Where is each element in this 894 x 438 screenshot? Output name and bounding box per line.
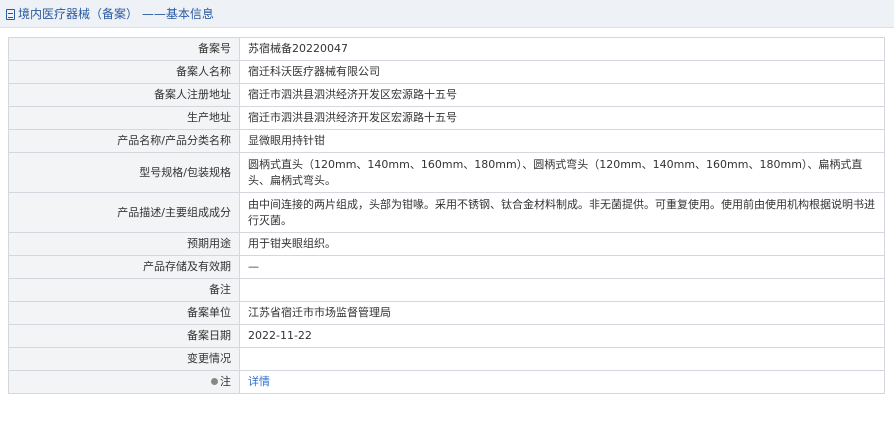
field-label-intended-use: 预期用途 [8, 232, 240, 256]
table-row: 注 详情 [8, 370, 885, 394]
field-value-change-history [239, 347, 885, 371]
table-row: 备案人名称 宿迁科沃医疗器械有限公司 [8, 60, 885, 84]
field-value-registrant-name: 宿迁科沃医疗器械有限公司 [239, 60, 885, 84]
field-value-product-name: 显微眼用持针钳 [239, 129, 885, 153]
field-label-record-unit: 备案单位 [8, 301, 240, 325]
field-label-remarks: 备注 [8, 278, 240, 302]
table-row: 产品描述/主要组成成分 由中间连接的两片组成，头部为钳喙。采用不锈钢、钛合金材料… [8, 192, 885, 233]
field-value-production-address: 宿迁市泗洪县泗洪经济开发区宏源路十五号 [239, 106, 885, 130]
field-label-change-history: 变更情况 [8, 347, 240, 371]
table-row: 产品名称/产品分类名称 显微眼用持针钳 [8, 129, 885, 153]
note-label: 注 [220, 375, 231, 388]
page-header: 境内医疗器械（备案） ——基本信息 [0, 0, 894, 28]
field-label-registrant-address: 备案人注册地址 [8, 83, 240, 107]
table-row: 备案人注册地址 宿迁市泗洪县泗洪经济开发区宏源路十五号 [8, 83, 885, 107]
field-label-record-date: 备案日期 [8, 324, 240, 348]
field-value-note: 详情 [239, 370, 885, 394]
document-icon [6, 9, 15, 20]
field-value-storage-validity: — [239, 255, 885, 279]
field-value-record-number: 苏宿械备20220047 [239, 37, 885, 61]
page-title: 境内医疗器械（备案） ——基本信息 [18, 7, 214, 21]
table-row: 变更情况 [8, 347, 885, 371]
field-label-model-spec: 型号规格/包装规格 [8, 152, 240, 193]
detail-table-container: 备案号 苏宿械备20220047 备案人名称 宿迁科沃医疗器械有限公司 备案人注… [0, 28, 894, 394]
field-label-storage-validity: 产品存储及有效期 [8, 255, 240, 279]
details-link[interactable]: 详情 [248, 375, 270, 388]
field-label-registrant-name: 备案人名称 [8, 60, 240, 84]
field-label-production-address: 生产地址 [8, 106, 240, 130]
table-row: 备案日期 2022-11-22 [8, 324, 885, 348]
field-label-product-name: 产品名称/产品分类名称 [8, 129, 240, 153]
table-row: 备注 [8, 278, 885, 302]
table-row: 生产地址 宿迁市泗洪县泗洪经济开发区宏源路十五号 [8, 106, 885, 130]
field-value-intended-use: 用于钳夹眼组织。 [239, 232, 885, 256]
table-row: 备案号 苏宿械备20220047 [8, 37, 885, 61]
field-value-record-unit: 江苏省宿迁市市场监督管理局 [239, 301, 885, 325]
field-value-model-spec: 圆柄式直头（120mm、140mm、160mm、180mm）、圆柄式弯头（120… [239, 152, 885, 193]
table-row: 备案单位 江苏省宿迁市市场监督管理局 [8, 301, 885, 325]
table-row: 产品存储及有效期 — [8, 255, 885, 279]
detail-table: 备案号 苏宿械备20220047 备案人名称 宿迁科沃医疗器械有限公司 备案人注… [8, 37, 885, 394]
field-value-record-date: 2022-11-22 [239, 324, 885, 348]
table-row: 型号规格/包装规格 圆柄式直头（120mm、140mm、160mm、180mm）… [8, 152, 885, 193]
pin-icon [211, 378, 218, 385]
field-value-product-description: 由中间连接的两片组成，头部为钳喙。采用不锈钢、钛合金材料制成。非无菌提供。可重复… [239, 192, 885, 233]
table-row: 预期用途 用于钳夹眼组织。 [8, 232, 885, 256]
field-label-record-number: 备案号 [8, 37, 240, 61]
field-label-note: 注 [8, 370, 240, 394]
field-value-remarks [239, 278, 885, 302]
field-label-product-description: 产品描述/主要组成成分 [8, 192, 240, 233]
field-value-registrant-address: 宿迁市泗洪县泗洪经济开发区宏源路十五号 [239, 83, 885, 107]
